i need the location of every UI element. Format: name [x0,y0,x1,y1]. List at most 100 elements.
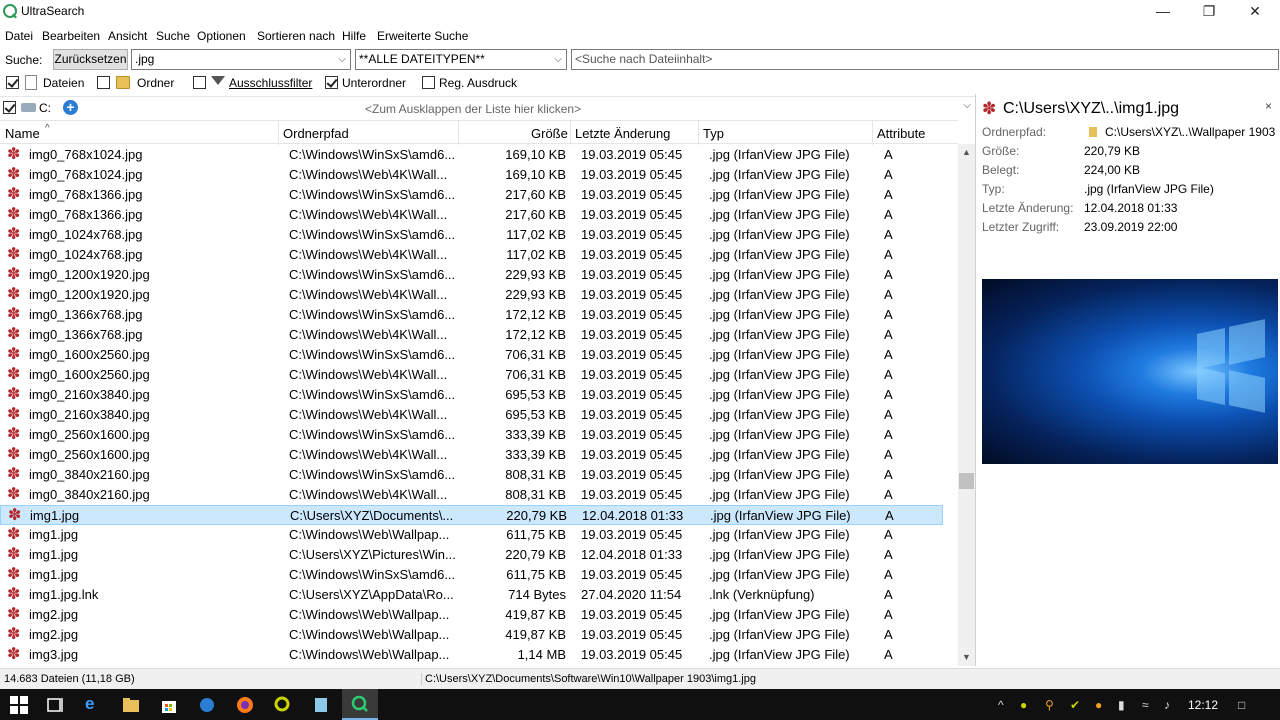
cell-path: C:\Windows\Web\4K\Wall... [289,247,448,262]
windows-start-icon[interactable] [10,696,28,714]
column-size[interactable]: Größe [531,126,568,141]
tray-app-icon[interactable]: ● [1095,698,1102,712]
store-icon[interactable] [160,696,178,714]
table-row[interactable]: ✽ img0_2560x1600.jpg C:\Windows\Web\4K\Wal… [0,445,943,465]
menu-bearbeiten[interactable]: Bearbeiten [42,29,100,43]
scroll-up-icon[interactable]: ▲ [958,144,975,161]
menu-datei[interactable]: Datei [5,29,33,43]
scroll-thumb[interactable] [959,473,974,489]
table-row[interactable]: ✽ img3.jpg C:\Windows\Web\Wallpap... 1,14 M… [0,645,943,665]
regex-label[interactable]: Reg. Ausdruck [439,76,517,90]
menu-suche[interactable]: Suche [156,29,190,43]
exclusion-checkbox[interactable] [193,76,206,89]
column-type[interactable]: Typ [703,126,724,141]
tray-chevron-up-icon[interactable]: ^ [998,698,1004,712]
table-row[interactable]: ✽ img1.jpg.lnk C:\Users\XYZ\AppData\Ro... 7… [0,585,943,605]
folders-label[interactable]: Ordner [137,76,174,90]
app-icon[interactable] [198,696,216,714]
table-row[interactable]: ✽ img1.jpg C:\Users\XYZ\Documents\... 220,7… [0,505,943,525]
table-row[interactable]: ✽ img0_2560x1600.jpg C:\Windows\WinSxS\amd… [0,425,943,445]
subfolders-label[interactable]: Unterordner [342,76,406,90]
regex-checkbox[interactable] [422,76,435,89]
tray-app-icon[interactable]: ✔ [1070,698,1080,712]
column-name[interactable]: Name [5,126,40,141]
wifi-icon[interactable]: ≈ [1142,698,1149,712]
column-divider[interactable] [570,121,571,145]
table-row[interactable]: ✽ img1.jpg C:\Users\XYZ\Pictures\Win... 220… [0,545,943,565]
cell-name: img0_1024x768.jpg [29,227,143,242]
table-row[interactable]: ✽ img0_1200x1920.jpg C:\Windows\WinSxS\amd… [0,265,943,285]
column-modified[interactable]: Letzte Änderung [575,126,670,141]
files-label[interactable]: Dateien [43,76,84,90]
menu-optionen[interactable]: Optionen [197,29,246,43]
table-row[interactable]: ✽ img0_1366x768.jpg C:\Windows\WinSxS\amd6… [0,305,943,325]
firefox-icon[interactable] [236,696,254,714]
app-icon[interactable] [274,696,292,714]
folders-checkbox[interactable] [97,76,110,89]
table-row[interactable]: ✽ img0_768x1366.jpg C:\Windows\WinSxS\amd6… [0,185,943,205]
cell-path: C:\Windows\Web\4K\Wall... [289,207,448,222]
menu-erweiterte-suche[interactable]: Erweiterte Suche [377,29,468,43]
expand-list-hint[interactable]: <Zum Ausklappen der Liste hier klicken> [365,102,581,116]
taskbar-ultrasearch[interactable] [342,689,378,720]
scroll-down-icon[interactable]: ▼ [958,649,975,666]
table-row[interactable]: ✽ img2.jpg C:\Windows\Web\Wallpap... 419,87… [0,625,943,645]
column-divider[interactable] [278,121,279,145]
table-row[interactable]: ✽ img0_3840x2160.jpg C:\Windows\WinSxS\amd… [0,465,943,485]
edge-icon[interactable]: e [85,694,103,713]
table-row[interactable]: ✽ img1.jpg C:\Windows\Web\Wallpap... 611,75… [0,525,943,545]
volume-icon[interactable]: ♪ [1164,698,1170,712]
table-row[interactable]: ✽ img0_3840x2160.jpg C:\Windows\Web\4K\Wal… [0,485,943,505]
cell-name: img0_3840x2160.jpg [29,467,150,482]
filetype-select[interactable]: **ALLE DATEITYPEN** ⌵ [355,49,567,70]
image-file-icon: ✽ [7,346,21,363]
menu-ansicht[interactable]: Ansicht [108,29,147,43]
exclusion-filter-link[interactable]: Ausschlussfilter [229,76,312,90]
menu-hilfe[interactable]: Hilfe [342,29,366,43]
add-drive-icon[interactable]: + [63,100,78,115]
table-row[interactable]: ✽ img0_768x1024.jpg C:\Windows\Web\4K\Wall… [0,165,943,185]
file-explorer-icon[interactable] [122,696,140,714]
chevron-down-icon[interactable]: ⌵ [963,100,971,111]
column-attributes[interactable]: Attribute [877,126,925,141]
table-row[interactable]: ✽ img0_2160x3840.jpg C:\Windows\Web\4K\Wal… [0,405,943,425]
table-row[interactable]: ✽ img2.jpg C:\Windows\Web\Wallpap... 419,87… [0,605,943,625]
table-row[interactable]: ✽ img0_768x1366.jpg C:\Windows\Web\4K\Wall… [0,205,943,225]
app-icon[interactable] [312,696,330,714]
table-row[interactable]: ✽ img0_2160x3840.jpg C:\Windows\WinSxS\amd… [0,385,943,405]
maximize-button[interactable]: ❐ [1186,0,1232,24]
column-divider[interactable] [698,121,699,145]
notification-icon[interactable]: □ [1238,698,1245,712]
table-row[interactable]: ✽ img0_1200x1920.jpg C:\Windows\Web\4K\Wal… [0,285,943,305]
clock[interactable]: 12:12 [1188,698,1218,712]
table-row[interactable]: ✽ img0_1366x768.jpg C:\Windows\Web\4K\Wall… [0,325,943,345]
tray-app-icon[interactable]: ● [1020,698,1027,712]
column-divider[interactable] [458,121,459,145]
table-row[interactable]: ✽ img0_1024x768.jpg C:\Windows\WinSxS\amd6… [0,225,943,245]
cell-modified: 19.03.2019 05:45 [581,527,683,542]
column-path[interactable]: Ordnerpfad [283,126,349,141]
close-button[interactable]: ✕ [1232,0,1278,24]
chevron-down-icon[interactable]: ⌵ [338,50,346,69]
menu-sortieren-nach[interactable]: Sortieren nach [257,29,335,43]
chevron-down-icon[interactable]: ⌵ [554,50,562,69]
column-divider[interactable] [872,121,873,145]
table-row[interactable]: ✽ img0_1600x2560.jpg C:\Windows\Web\4K\Wal… [0,365,943,385]
files-checkbox[interactable] [6,76,19,89]
subfolders-checkbox[interactable] [325,76,338,89]
drive-checkbox[interactable] [3,101,16,114]
tray-search-icon[interactable]: ⚲ [1045,698,1054,712]
task-view-icon[interactable] [46,696,64,714]
content-search-input[interactable]: <Suche nach Dateiinhalt> [571,49,1279,70]
search-input[interactable]: .jpg ⌵ [131,49,351,70]
vertical-scrollbar[interactable]: ▲ ▼ [958,144,975,666]
table-row[interactable]: ✽ img0_768x1024.jpg C:\Windows\WinSxS\amd6… [0,145,943,165]
minimize-button[interactable]: — [1140,0,1186,24]
table-row[interactable]: ✽ img0_1024x768.jpg C:\Windows\Web\4K\Wall… [0,245,943,265]
reset-button[interactable]: Zurücksetzen [53,49,128,70]
cell-path: C:\Windows\Web\4K\Wall... [289,287,448,302]
close-preview-icon[interactable]: × [1265,99,1272,113]
table-row[interactable]: ✽ img0_1600x2560.jpg C:\Windows\WinSxS\amd… [0,345,943,365]
table-row[interactable]: ✽ img1.jpg C:\Windows\WinSxS\amd6... 611,75… [0,565,943,585]
battery-icon[interactable]: ▮ [1118,698,1125,712]
